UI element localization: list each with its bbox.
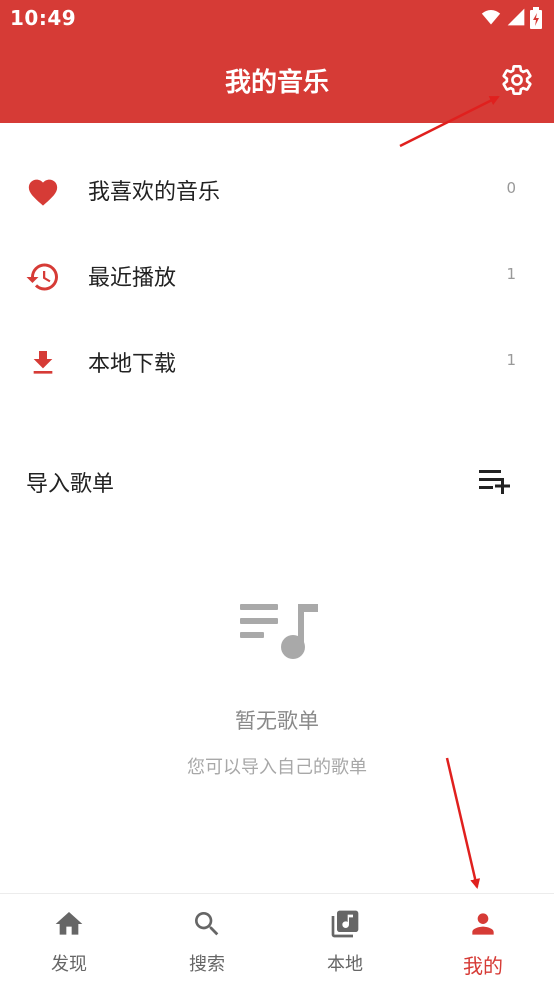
- nav-item-local[interactable]: 本地: [276, 894, 414, 985]
- menu-item-label: 最近播放: [88, 266, 177, 291]
- menu-item-recent[interactable]: 最近播放 1: [0, 238, 554, 318]
- nav-item-mine[interactable]: 我的: [414, 894, 552, 985]
- wifi-icon: [481, 10, 501, 25]
- settings-button[interactable]: [496, 59, 538, 101]
- download-icon: [24, 344, 62, 382]
- nav-item-discover[interactable]: 发现: [0, 894, 138, 985]
- bottom-navigation: 发现 搜索 本地 我的: [0, 893, 554, 985]
- empty-playlist-icon: [236, 598, 320, 666]
- signal-icon: [507, 8, 525, 26]
- nav-label: 发现: [51, 954, 87, 975]
- search-icon: [138, 908, 276, 940]
- menu-item-downloads[interactable]: 本地下载 1: [0, 324, 554, 404]
- heart-icon: [24, 172, 62, 210]
- history-icon: [24, 258, 62, 296]
- menu-item-count: 1: [506, 265, 516, 283]
- nav-label: 本地: [327, 954, 363, 975]
- person-icon: [414, 908, 552, 940]
- menu-item-count: 1: [506, 351, 516, 369]
- battery-icon: [530, 7, 542, 29]
- playlist-section-title: 导入歌单: [26, 472, 115, 497]
- nav-item-search[interactable]: 搜索: [138, 894, 276, 985]
- app-header: 10:49 我的音乐: [0, 0, 554, 123]
- library-music-icon: [276, 908, 414, 940]
- menu-item-label: 本地下载: [88, 352, 177, 377]
- nav-label: 搜索: [189, 954, 225, 975]
- empty-state-subtitle: 您可以导入自己的歌单: [187, 757, 367, 778]
- gear-icon: [502, 65, 532, 95]
- nav-label: 我的: [463, 954, 503, 978]
- menu-item-favorites[interactable]: 我喜欢的音乐 0: [0, 152, 554, 232]
- playlist-add-icon: [479, 470, 510, 494]
- import-playlist-button[interactable]: [474, 464, 514, 498]
- menu-item-label: 我喜欢的音乐: [88, 180, 221, 205]
- home-icon: [0, 908, 138, 940]
- page-title: 我的音乐: [224, 68, 329, 98]
- empty-state-title: 暂无歌单: [235, 709, 319, 733]
- menu-item-count: 0: [506, 179, 516, 197]
- status-time: 10:49: [10, 6, 77, 30]
